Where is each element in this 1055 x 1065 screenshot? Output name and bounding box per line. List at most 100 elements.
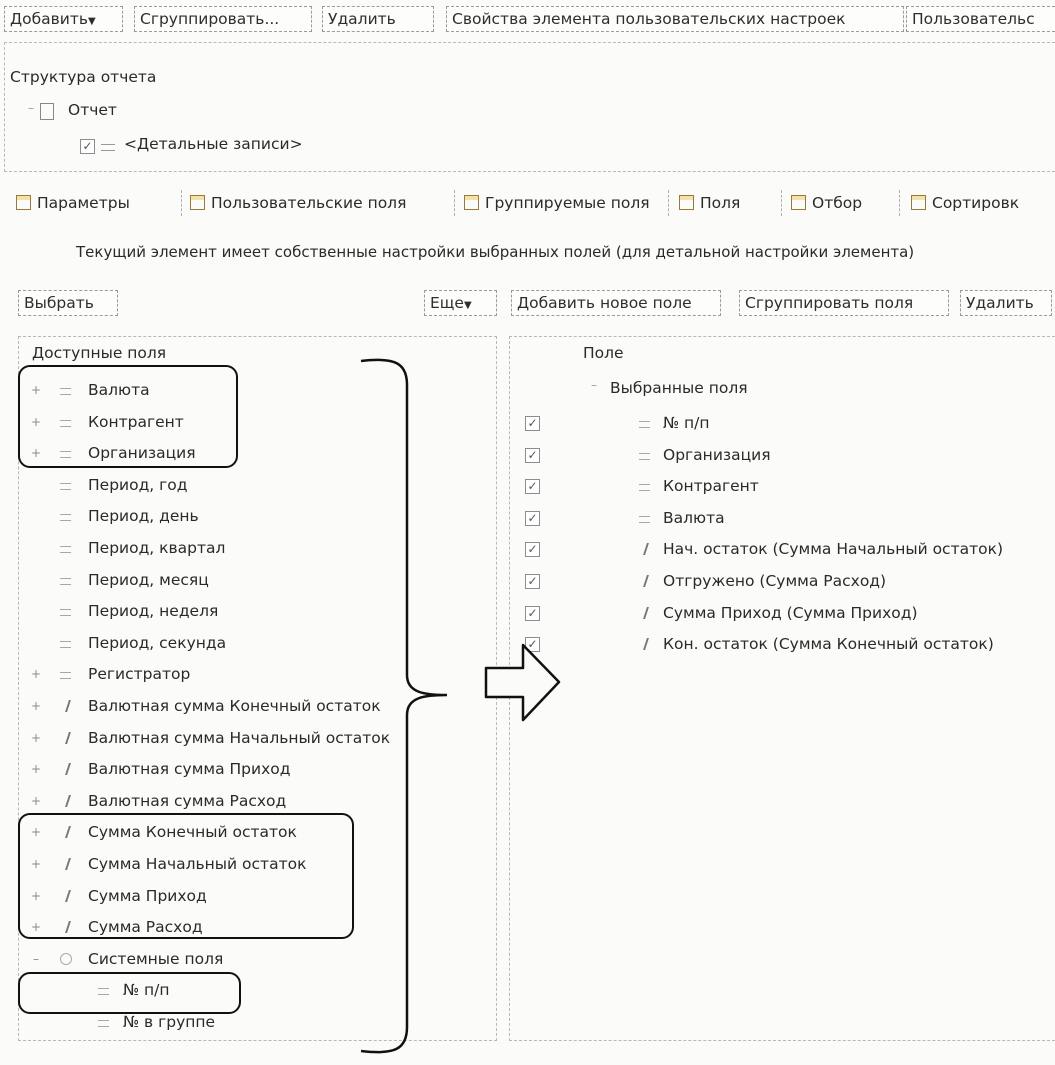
table-icon [16, 195, 31, 210]
field-checkbox[interactable]: ✓ [525, 479, 540, 494]
select-button[interactable]: Выбрать [18, 290, 118, 316]
available-field-label: № в группе [123, 1013, 216, 1031]
available-field-label: Валюта [88, 381, 150, 399]
tab-user-fields[interactable]: Пользовательские поля [190, 190, 406, 216]
selected-field-label: Сумма Приход (Сумма Приход) [663, 604, 918, 622]
resource-icon [65, 763, 75, 775]
available-field-label: Период, год [88, 476, 188, 494]
available-field-label: Контрагент [88, 413, 184, 431]
field-icon [60, 546, 71, 553]
available-field-label: Сумма Приход [88, 887, 207, 905]
selected-field-row[interactable]: ✓ Контрагент [509, 471, 1055, 501]
available-field-label: Период, месяц [88, 571, 209, 589]
selected-field-label: Кон. остаток (Сумма Конечный остаток) [663, 635, 994, 653]
resource-icon [65, 921, 75, 933]
selected-field-row[interactable]: ✓ № п/п [509, 408, 1055, 438]
selected-fields-header: Поле [583, 344, 624, 362]
available-field-label: Системные поля [88, 950, 224, 968]
group-button[interactable]: Сгруппировать... [134, 6, 312, 32]
tab-fields[interactable]: Поля [679, 190, 740, 216]
group-fields-button[interactable]: Сгруппировать поля [739, 290, 949, 316]
selected-field-row[interactable]: ✓ Кон. остаток (Сумма Конечный остаток) [509, 629, 1055, 659]
report-node[interactable]: Отчет [68, 101, 117, 119]
system-fields-icon [60, 953, 72, 965]
tabs-bar: Параметры Пользовательские поля Группиру… [0, 184, 1055, 224]
expand-icon[interactable]: + [31, 407, 41, 437]
field-checkbox[interactable]: ✓ [525, 448, 540, 463]
selected-field-row[interactable]: ✓ Организация [509, 440, 1055, 470]
info-text: Текущий элемент имеет собственные настро… [76, 243, 915, 261]
annotation-bracket [360, 358, 448, 1054]
tab-sort[interactable]: Сортировк [911, 190, 1019, 216]
selected-field-row[interactable]: ✓ Валюта [509, 503, 1055, 533]
expand-icon[interactable]: + [31, 691, 41, 721]
selected-field-label: Нач. остаток (Сумма Начальный остаток) [663, 540, 1004, 558]
selected-field-row[interactable]: ✓ Нач. остаток (Сумма Начальный остаток) [509, 534, 1055, 564]
detail-records-node[interactable]: <Детальные записи> [124, 135, 303, 153]
collapse-icon[interactable]: – [591, 378, 597, 392]
collapse-icon[interactable]: – [31, 944, 41, 974]
report-structure-title: Структура отчета [10, 68, 157, 86]
resource-icon [643, 607, 653, 619]
selected-field-row[interactable]: ✓ Отгружено (Сумма Расход) [509, 566, 1055, 596]
tab-parameters[interactable]: Параметры [16, 190, 130, 216]
resource-icon [65, 890, 75, 902]
collapse-icon[interactable]: – [28, 101, 34, 115]
item-properties-button[interactable]: Свойства элемента пользовательских настр… [446, 6, 904, 32]
field-icon [60, 641, 71, 648]
tab-filter[interactable]: Отбор [791, 190, 862, 216]
available-field-label: Период, неделя [88, 602, 219, 620]
available-field-label: Сумма Расход [88, 918, 203, 936]
more-button[interactable]: Еще▼ [424, 290, 497, 316]
add-button[interactable]: Добавить▼ [4, 6, 123, 32]
available-field-label: Сумма Конечный остаток [88, 823, 297, 841]
field-icon [98, 988, 109, 995]
expand-icon[interactable]: + [31, 659, 41, 689]
expand-icon[interactable]: + [31, 723, 41, 753]
available-fields-header: Доступные поля [32, 344, 167, 362]
expand-icon[interactable]: + [31, 912, 41, 942]
available-field-label: Период, секунда [88, 634, 227, 652]
field-icon [60, 609, 71, 616]
expand-icon[interactable]: + [31, 375, 41, 405]
available-field-label: № п/п [123, 981, 170, 999]
field-checkbox[interactable]: ✓ [525, 606, 540, 621]
delete-field-button[interactable]: Удалить [960, 290, 1052, 316]
field-checkbox[interactable]: ✓ [525, 542, 540, 557]
expand-icon[interactable]: + [31, 786, 41, 816]
resource-icon [643, 575, 653, 587]
selected-field-row[interactable]: ✓ Сумма Приход (Сумма Приход) [509, 598, 1055, 628]
expand-icon[interactable]: + [31, 881, 41, 911]
field-icon [60, 578, 71, 585]
field-icon [60, 514, 71, 521]
detail-records-checkbox[interactable]: ✓ [80, 139, 95, 154]
resource-icon [65, 795, 75, 807]
available-field-label: Сумма Начальный остаток [88, 855, 307, 873]
available-field-label: Валютная сумма Конечный остаток [88, 697, 381, 715]
available-field-label: Регистратор [88, 665, 191, 683]
selected-field-label: Организация [663, 446, 771, 464]
tab-group-fields[interactable]: Группируемые поля [464, 190, 650, 216]
field-icon [639, 484, 650, 491]
expand-icon[interactable]: + [31, 849, 41, 879]
field-checkbox[interactable]: ✓ [525, 416, 540, 431]
list-icon [679, 195, 694, 210]
selected-field-label: Отгружено (Сумма Расход) [663, 572, 887, 590]
selected-fields-group[interactable]: Выбранные поля [610, 379, 748, 397]
field-icon [639, 453, 650, 460]
formula-icon [190, 195, 205, 210]
filter-icon [791, 195, 806, 210]
add-new-field-button[interactable]: Добавить новое поле [511, 290, 721, 316]
delete-button[interactable]: Удалить [322, 6, 434, 32]
field-checkbox[interactable]: ✓ [525, 511, 540, 526]
detail-records-icon [101, 144, 115, 151]
resource-icon [65, 732, 75, 744]
group-icon [464, 195, 479, 210]
expand-icon[interactable]: + [31, 754, 41, 784]
expand-icon[interactable]: + [31, 817, 41, 847]
user-settings-button[interactable]: Пользовательс [906, 6, 1055, 32]
expand-icon[interactable]: + [31, 438, 41, 468]
field-checkbox[interactable]: ✓ [525, 574, 540, 589]
available-field-label: Организация [88, 444, 196, 462]
available-field-label: Валютная сумма Расход [88, 792, 287, 810]
